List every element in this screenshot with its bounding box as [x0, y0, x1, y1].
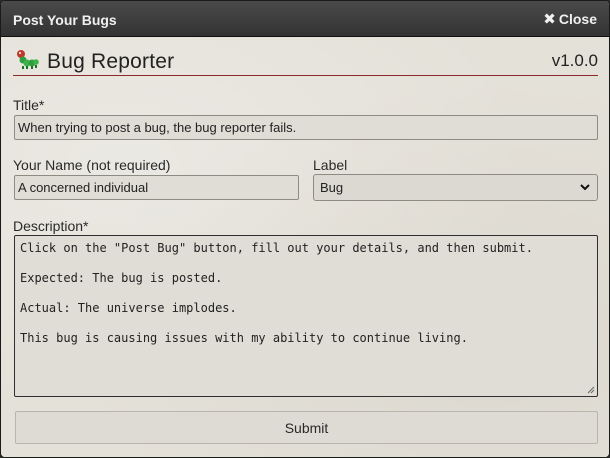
description-line-1: Click on the "Post Bug" button, fill out… — [20, 241, 533, 255]
name-label: Your Name (not required) — [13, 157, 171, 173]
resize-grip-icon[interactable] — [587, 386, 595, 394]
submit-button[interactable]: Submit — [15, 411, 598, 444]
app-title: Bug Reporter — [47, 50, 175, 73]
window-titlebar[interactable]: Post Your Bugs ✖ Close — [1, 1, 609, 37]
name-input[interactable]: A concerned individual — [14, 175, 299, 200]
chevron-down-icon — [580, 184, 590, 191]
description-label: Description* — [13, 218, 89, 234]
label-select-label: Label — [313, 157, 348, 173]
close-button[interactable]: ✖ Close — [543, 11, 597, 27]
description-line-2: Expected: The bug is posted. — [20, 271, 223, 285]
label-select-value: Bug — [320, 180, 344, 195]
description-line-4: This bug is causing issues with my abili… — [20, 331, 468, 345]
version-label: v1.0.0 — [551, 51, 598, 70]
label-select[interactable]: Bug — [313, 174, 598, 201]
description-line-3: Actual: The universe implodes. — [20, 301, 237, 315]
title-input[interactable]: When trying to post a bug, the bug repor… — [14, 115, 598, 140]
submit-label: Submit — [284, 419, 329, 436]
bug-reporter-window: Post Your Bugs ✖ Close Bug Reporter v1.0… — [0, 0, 610, 458]
close-icon: ✖ — [543, 10, 556, 28]
title-label: Title* — [13, 97, 45, 113]
close-label: Close — [558, 11, 597, 27]
window-title: Post Your Bugs — [13, 12, 117, 28]
app-header: Bug Reporter v1.0.0 — [13, 46, 598, 76]
caterpillar-icon — [17, 50, 39, 69]
window-content: Bug Reporter v1.0.0 Title* When trying t… — [1, 38, 609, 457]
description-textarea[interactable]: Click on the "Post Bug" button, fill out… — [14, 235, 598, 397]
